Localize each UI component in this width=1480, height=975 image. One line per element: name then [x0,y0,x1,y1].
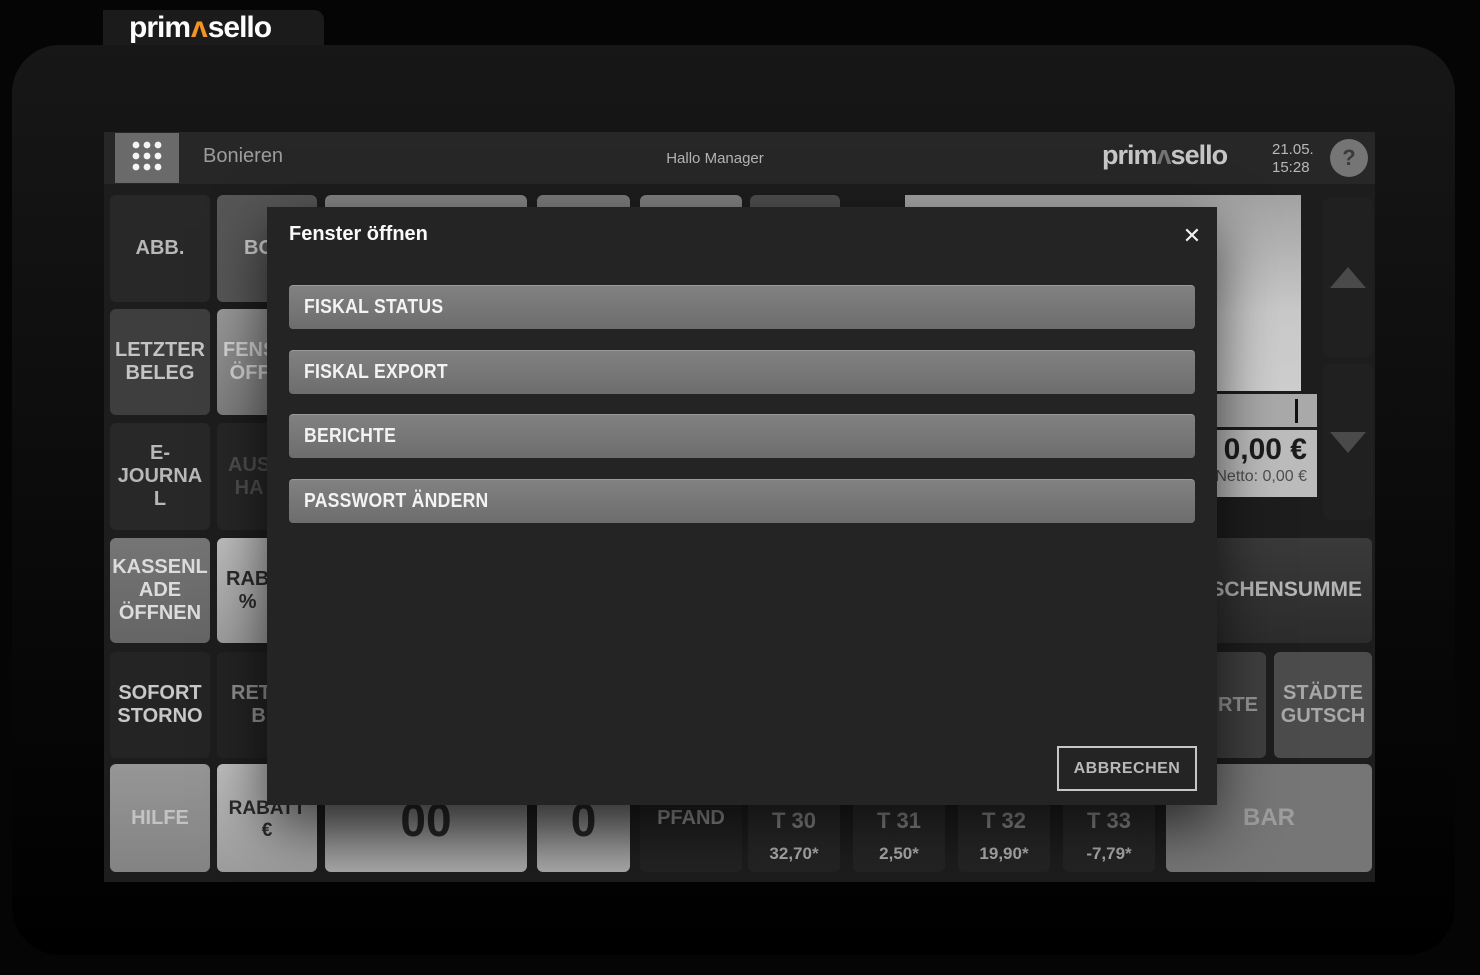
close-icon[interactable]: ✕ [1175,219,1209,253]
text-cursor [1295,399,1298,423]
table-name: T 32 [981,808,1027,834]
table-name: T 33 [1086,808,1132,834]
hilfe-button[interactable]: HILFE [110,764,210,872]
abbruch-button[interactable]: ABB. [110,195,210,302]
fenster-oeffnen-modal: Fenster öffnen ✕ FISKAL STATUS FISKAL EX… [267,207,1217,805]
fiskal-export-item[interactable]: FISKAL EXPORT [289,350,1195,394]
passwort-aendern-item[interactable]: PASSWORT ÄNDERN [289,479,1195,523]
date-label: 21.05. [1272,141,1314,158]
page-title: Bonieren [203,145,284,167]
grid-menu-icon [127,136,167,181]
arrow-up-icon [1330,266,1366,288]
fiskal-status-item[interactable]: FISKAL STATUS [289,285,1195,329]
header-logo: primʌsello [1102,140,1229,171]
modal-title: Fenster öffnen [289,223,428,245]
question-mark-icon: ? [1342,145,1356,170]
brand-logo-caret-icon: ʌ [191,11,208,44]
pos-screen: Bonieren Hallo Manager primʌsello 21.05.… [104,132,1375,882]
arrow-down-icon [1330,431,1366,453]
scroll-up-button[interactable] [1323,197,1373,357]
table-name: T 30 [771,808,817,834]
brand-logo-tab: prim ʌ sello [103,10,324,46]
time-label: 15:28 [1272,159,1310,176]
table-amount: 2,50* [879,844,919,864]
brand-logo-sello: sello [207,11,272,44]
datetime-display: 21.05. 15:28 [1272,141,1314,177]
scroll-down-button[interactable] [1323,364,1373,520]
abbrechen-button[interactable]: ABBRECHEN [1057,746,1197,791]
brand-logo-prim: prim [129,11,191,44]
table-amount: 32,70* [769,844,819,864]
e-journal-button[interactable]: E- JOURNA L [110,423,210,530]
sofort-storno-button[interactable]: SOFORT STORNO [110,652,210,758]
table-amount: 19,90* [979,844,1029,864]
help-button[interactable]: ? [1330,139,1368,177]
kassenlade-oeffnen-button[interactable]: KASSENL ADE ÖFFNEN [110,538,210,643]
header-logo-prim: prim [1102,140,1158,170]
menu-button[interactable] [115,133,179,183]
header-logo-caret-icon: ʌ [1156,140,1172,170]
table-name: T 31 [876,808,922,834]
header-logo-sello: sello [1170,140,1229,170]
user-greeting: Hallo Manager [666,150,764,167]
staedte-gutschein-button[interactable]: STÄDTE GUTSCH [1274,652,1372,758]
berichte-item[interactable]: BERICHTE [289,414,1195,458]
table-amount: -7,79* [1086,844,1132,864]
letzter-beleg-button[interactable]: LETZTER BELEG [110,309,210,415]
page: prim ʌ sello Bonieren Hallo Manager primʌs… [0,0,1480,975]
